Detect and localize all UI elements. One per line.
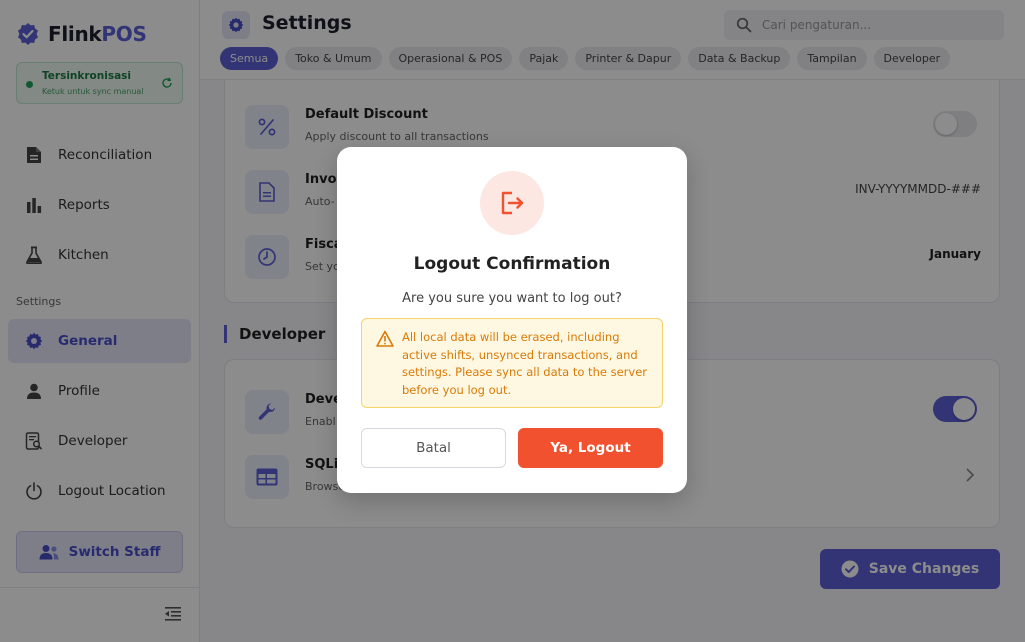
logout-icon — [480, 171, 544, 235]
dialog-message: Are you sure you want to log out? — [402, 291, 622, 306]
cancel-button[interactable]: Batal — [361, 428, 506, 468]
data-loss-warning: All local data will be erased, including… — [361, 318, 663, 408]
warning-text: All local data will be erased, including… — [402, 330, 647, 398]
dialog-title: Logout Confirmation — [413, 254, 611, 274]
logout-confirmation-dialog: Logout Confirmation Are you sure you wan… — [337, 147, 687, 493]
confirm-logout-button[interactable]: Ya, Logout — [518, 428, 663, 468]
warning-triangle-icon — [376, 330, 394, 347]
